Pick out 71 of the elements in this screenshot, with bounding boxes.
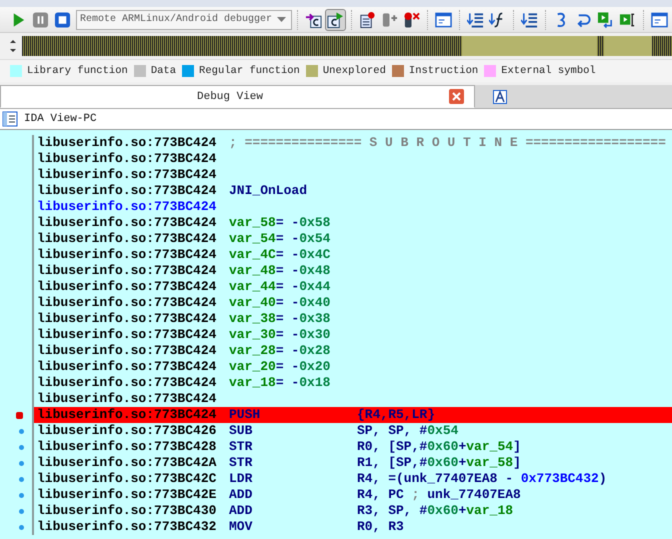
line-address: libuserinfo.so:773BC430 [37,503,218,519]
breakpoint-marker[interactable] [16,412,22,418]
instruction-mnemonic: SUB [229,423,254,439]
line-address: libuserinfo.so:773BC424 [37,215,218,231]
line-address: libuserinfo.so:773BC424 [37,151,218,167]
line-address: libuserinfo.so:773BC42A [37,455,218,471]
line-address: libuserinfo.so:773BC428 [37,439,218,455]
scroll-arrows-icon[interactable] [10,39,16,53]
line-address: libuserinfo.so:773BC424 [37,231,218,247]
line-address: libuserinfo.so:773BC424 [37,343,218,359]
debugger-select[interactable]: Remote ARMLinux/Android debugger [76,10,292,30]
code-operand: var_48= -0x48 [229,263,330,279]
line-address: libuserinfo.so:773BC42C [37,471,218,487]
line-address: libuserinfo.so:773BC432 [37,519,218,535]
code-operand: R1, [SP,#0x60+var_58] [357,455,521,471]
instruction-mnemonic: PUSH [229,407,262,423]
code-operand: R4, PC ; unk_77407EA8 [357,487,521,503]
code-operand: {R4,R5,LR} [357,407,436,423]
letter-a-icon [493,90,507,104]
code-operand: var_20= -0x20 [229,359,330,375]
code-operand: ; =============== S U B R O U T I N E ================== [229,135,666,151]
line-address: libuserinfo.so:773BC424 [37,247,218,263]
code-operand: var_54= -0x54 [229,231,330,247]
navigation-band[interactable] [22,36,672,56]
line-address: libuserinfo.so:773BC424 [37,407,218,423]
line-address: libuserinfo.so:773BC426 [37,423,218,439]
code-operand: R0, R3 [357,519,404,535]
tab-label: Debug View [197,90,264,102]
code-operand: SP, SP, #0x54 [357,423,458,439]
line-address: libuserinfo.so:773BC424 [37,391,218,407]
legend-label: Library function [27,65,128,77]
line-address: libuserinfo.so:773BC424 [37,359,218,375]
instruction-mnemonic: STR [229,439,254,455]
line-address: libuserinfo.so:773BC42E [37,487,218,503]
legend-label: Instruction [408,65,478,77]
legend-label: Regular function [199,65,300,77]
code-operand: var_28= -0x28 [229,343,330,359]
code-operand: var_38= -0x38 [229,311,330,327]
line-address: libuserinfo.so:773BC424 [37,167,218,183]
line-address: libuserinfo.so:773BC424 [37,199,218,215]
line-address: libuserinfo.so:773BC424 [37,311,218,327]
instruction-mnemonic: ADD [229,503,254,519]
instruction-mnemonic: LDR [229,471,254,487]
line-address: libuserinfo.so:773BC424 [37,279,218,295]
view-title: IDA View-PC [24,113,97,125]
line-address: libuserinfo.so:773BC424 [37,295,218,311]
code-operand: var_58= -0x58 [229,215,330,231]
instruction-mnemonic: STR [229,455,254,471]
code-operand: R4, =(unk_77407EA8 - 0x773BC432) [357,471,607,487]
close-icon[interactable] [449,89,464,104]
code-operand: R3, SP, #0x60+var_18 [357,503,514,519]
line-address: libuserinfo.so:773BC424 [37,327,218,343]
instruction-mnemonic: ADD [229,487,254,503]
caret-icon [277,16,286,22]
code-operand: var_40= -0x40 [229,295,330,311]
line-address: libuserinfo.so:773BC424 [37,183,218,199]
debug-view-tab[interactable]: Debug View [0,85,475,108]
start-process-icon[interactable] [325,8,346,30]
line-address: libuserinfo.so:773BC424 [37,375,218,391]
code-operand: var_18= -0x18 [229,375,330,391]
instruction-mnemonic: MOV [229,519,254,535]
line-address: libuserinfo.so:773BC424 [37,263,218,279]
line-address: libuserinfo.so:773BC424 [37,135,218,151]
legend-label: Data [150,65,176,77]
code-operand: R0, [SP,#0x60+var_54] [357,439,521,455]
legend-label: Unexplored [322,65,386,77]
code-operand: var_4C= -0x4C [229,247,330,263]
legend-label: External symbol [501,65,596,77]
code-operand: var_44= -0x44 [229,279,330,295]
code-operand: var_30= -0x30 [229,327,330,343]
code-operand: JNI_OnLoad [229,183,308,199]
